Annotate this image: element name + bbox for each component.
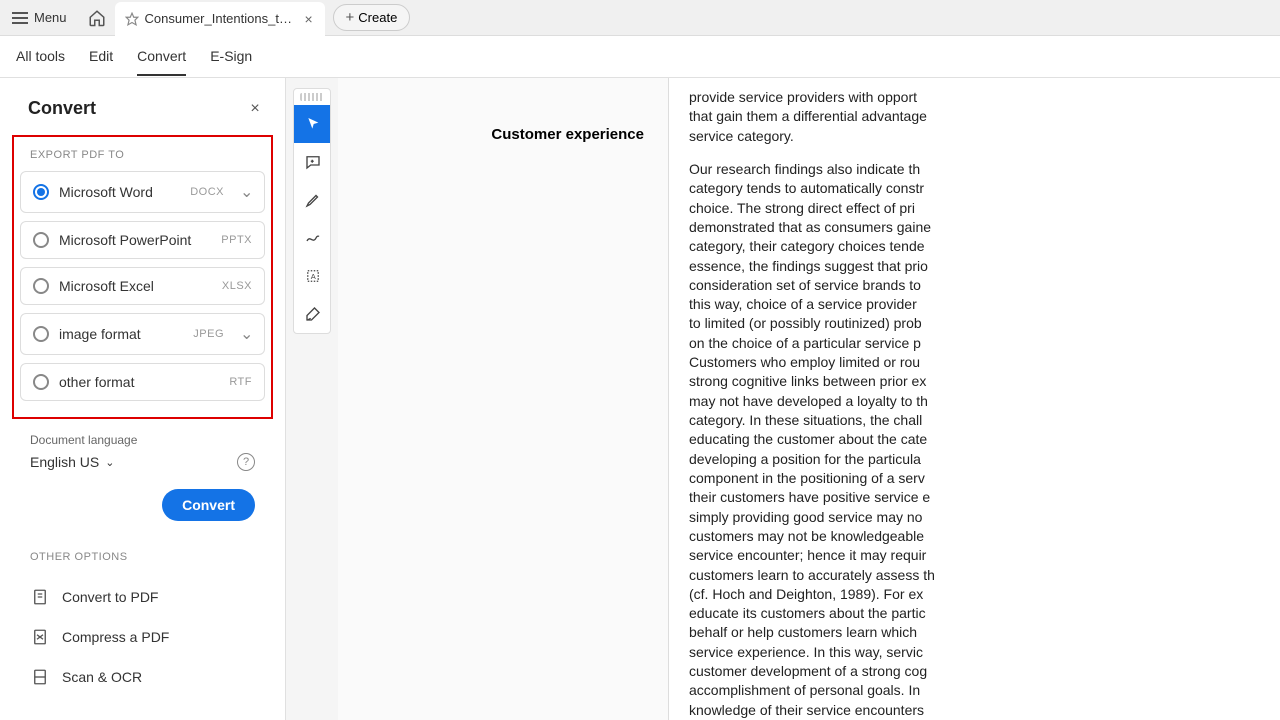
select-tool[interactable] (294, 105, 331, 143)
radio-icon (33, 232, 49, 248)
close-panel-button[interactable]: × (245, 99, 265, 119)
option-ext: PPTX (221, 234, 252, 246)
tool-tabs: All tools Edit Convert E-Sign (0, 36, 1280, 78)
document-text-top: provide service providers with opport th… (689, 88, 1280, 146)
hamburger-icon (12, 12, 28, 24)
export-option-powerpoint[interactable]: Microsoft PowerPoint PPTX (20, 221, 265, 259)
document-tab[interactable]: Consumer_Intentions_to... × (115, 2, 325, 36)
document-page: provide service providers with opport th… (668, 78, 1280, 720)
highlight-tool[interactable] (294, 181, 331, 219)
other-item-label: Scan & OCR (62, 669, 142, 685)
chevron-down-icon: ⌄ (105, 456, 114, 469)
option-label: Microsoft Word (59, 184, 180, 200)
sign-tool[interactable] (294, 295, 331, 333)
option-label: image format (59, 326, 183, 342)
other-options-section: OTHER OPTIONS Convert to PDF Compress a … (0, 521, 285, 697)
cursor-icon (305, 116, 321, 132)
convert-button[interactable]: Convert (162, 489, 255, 521)
star-icon (125, 12, 139, 26)
comment-icon (304, 153, 322, 171)
scan-ocr-icon (30, 667, 50, 687)
chevron-down-icon: ⌄ (240, 324, 252, 344)
option-label: Microsoft Excel (59, 278, 212, 294)
draw-tool[interactable] (294, 219, 331, 257)
scan-ocr-item[interactable]: Scan & OCR (30, 657, 255, 697)
convert-to-pdf-item[interactable]: Convert to PDF (30, 577, 255, 617)
option-ext: RTF (229, 376, 252, 388)
convert-pdf-icon (30, 587, 50, 607)
menu-label: Menu (34, 10, 67, 25)
page-left-column: Customer experience (338, 78, 668, 720)
tab-edit[interactable]: Edit (89, 38, 113, 76)
document-language-section: Document language English US ⌄ ? (0, 419, 285, 471)
option-label: Microsoft PowerPoint (59, 232, 211, 248)
option-label: other format (59, 374, 219, 390)
sign-icon (304, 305, 322, 323)
compress-pdf-item[interactable]: Compress a PDF (30, 617, 255, 657)
tab-all-tools[interactable]: All tools (16, 38, 65, 76)
vertical-toolbar-wrap: A (286, 78, 338, 720)
plus-icon: + (346, 9, 355, 26)
option-ext: JPEG (193, 328, 224, 340)
other-item-label: Convert to PDF (62, 589, 158, 605)
export-option-other[interactable]: other format RTF (20, 363, 265, 401)
radio-icon (33, 278, 49, 294)
draw-icon (304, 229, 322, 247)
option-ext: XLSX (222, 280, 252, 292)
panel-title: Convert (28, 98, 96, 119)
other-section-label: OTHER OPTIONS (30, 551, 255, 563)
radio-selected-icon (33, 184, 49, 200)
export-option-image[interactable]: image format JPEG ⌄ (20, 313, 265, 355)
menu-button[interactable]: Menu (0, 0, 79, 36)
highlight-icon (304, 191, 322, 209)
help-button[interactable]: ? (237, 453, 255, 471)
tab-close-button[interactable]: × (301, 11, 317, 27)
language-select[interactable]: English US ⌄ (30, 454, 114, 470)
vertical-toolbar: A (293, 88, 331, 334)
create-label: Create (358, 10, 397, 25)
tab-convert[interactable]: Convert (137, 38, 186, 76)
export-option-word[interactable]: Microsoft Word DOCX ⌄ (20, 171, 265, 213)
radio-icon (33, 326, 49, 342)
toolbar-drag-handle[interactable] (300, 93, 324, 101)
option-ext: DOCX (190, 186, 224, 198)
text-select-icon: A (304, 267, 322, 285)
export-section-label: EXPORT PDF TO (30, 149, 265, 161)
doc-lang-label: Document language (30, 433, 255, 447)
titlebar: Menu Consumer_Intentions_to... × + Creat… (0, 0, 1280, 36)
radio-icon (33, 374, 49, 390)
create-button[interactable]: + Create (333, 4, 411, 31)
section-heading: Customer experience (338, 126, 668, 143)
chevron-down-icon: ⌄ (240, 182, 252, 202)
home-icon (88, 9, 106, 27)
compress-pdf-icon (30, 627, 50, 647)
comment-tool[interactable] (294, 143, 331, 181)
svg-text:A: A (311, 272, 316, 281)
tab-title: Consumer_Intentions_to... (145, 11, 295, 26)
tab-esign[interactable]: E-Sign (210, 38, 252, 76)
main-area: Convert × EXPORT PDF TO Microsoft Word D… (0, 78, 1280, 720)
text-select-tool[interactable]: A (294, 257, 331, 295)
document-text-body: Our research findings also indicate th c… (689, 160, 1280, 720)
export-option-excel[interactable]: Microsoft Excel XLSX (20, 267, 265, 305)
home-button[interactable] (79, 0, 115, 36)
export-options-highlight: EXPORT PDF TO Microsoft Word DOCX ⌄ Micr… (12, 135, 273, 419)
other-item-label: Compress a PDF (62, 629, 169, 645)
convert-panel: Convert × EXPORT PDF TO Microsoft Word D… (0, 78, 286, 720)
language-value: English US (30, 454, 99, 470)
document-viewport[interactable]: Customer experience provide service prov… (338, 78, 1280, 720)
